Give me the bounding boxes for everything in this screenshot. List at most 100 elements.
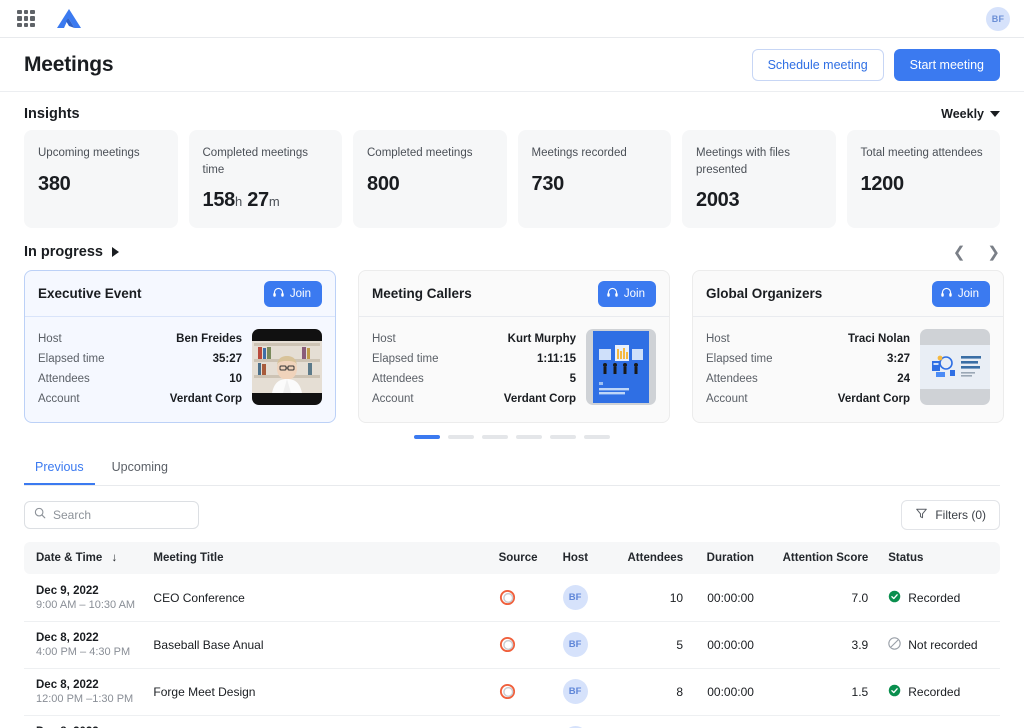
field-value: Verdant Corp — [503, 393, 576, 406]
start-meeting-button[interactable]: Start meeting — [893, 48, 1000, 81]
chevron-left-icon[interactable]: ❮ — [953, 245, 966, 260]
cell-host: BF — [557, 621, 612, 668]
carousel-dot-4[interactable] — [516, 435, 542, 440]
cell-attention-score: 3.9 — [851, 637, 869, 652]
kpi-number: 158 — [202, 189, 236, 212]
tab-upcoming[interactable]: Upcoming — [101, 453, 179, 485]
cell-attendees: 5 — [676, 637, 684, 652]
field-label: Account — [372, 393, 414, 406]
carousel-dot-2[interactable] — [448, 435, 474, 440]
field-value: 35:27 — [212, 353, 242, 366]
row-time: 12:00 PM –1:30 PM — [36, 692, 134, 705]
cell-attention-score: 1.5 — [851, 684, 869, 699]
field-value: Traci Nolan — [848, 333, 910, 346]
field-host: Host Traci Nolan — [706, 329, 910, 349]
field-value: Kurt Murphy — [507, 333, 576, 346]
meeting-thumbnail-slide-light[interactable] — [920, 329, 990, 406]
field-label: Host — [706, 333, 730, 346]
field-attendees: Attendees 24 — [706, 369, 910, 389]
kpi-number: 380 — [38, 172, 71, 195]
field-label: Account — [706, 393, 748, 406]
chevron-right-icon[interactable]: ❯ — [987, 245, 1000, 260]
kpi-number: 730 — [531, 172, 565, 195]
tab-previous[interactable]: Previous — [24, 453, 95, 486]
kpi-card-completed-meetings[interactable]: Completed meetings 800 — [353, 130, 507, 229]
carousel-dot-3[interactable] — [482, 435, 508, 440]
table-row[interactable]: Dec 9, 2022 9:00 AM – 10:30 AM CEO Confe… — [24, 574, 1000, 622]
filters-label: Filters (0) — [935, 508, 986, 523]
column-status[interactable]: Status — [874, 542, 1000, 574]
kpi-card-meetings-recorded[interactable]: Meetings recorded 730 — [517, 130, 671, 229]
join-button[interactable]: Join — [263, 280, 322, 307]
cell-attendees: 11 — [611, 715, 689, 728]
brand-logo-icon[interactable] — [55, 7, 83, 31]
user-avatar[interactable]: BF — [986, 7, 1010, 31]
triangle-right-icon[interactable] — [111, 247, 119, 258]
kpi-label: Meetings recorded — [531, 147, 627, 159]
join-button[interactable]: Join — [931, 280, 990, 307]
column-date-time[interactable]: Date & Time ↓ — [24, 542, 147, 574]
kpi-card-upcoming-meetings[interactable]: Upcoming meetings 380 — [24, 130, 178, 229]
field-label: Elapsed time — [372, 353, 439, 366]
cell-attendees: 10 — [669, 590, 684, 605]
chevron-down-icon — [990, 111, 1000, 117]
cell-meeting-title[interactable]: Conference Construction — [147, 715, 492, 728]
meeting-thumbnail-webcam[interactable] — [252, 329, 322, 406]
in-progress-carousel: Executive Event Join Host Ben Freides El… — [0, 270, 1024, 424]
table-row[interactable]: Dec 8, 2022 12:00 PM –1:30 PM Forge Meet… — [24, 668, 1000, 716]
table-row[interactable]: Dec 8, 2022 10:00 AM – 10:30 AM Conferen… — [24, 715, 1000, 728]
schedule-meeting-button[interactable]: Schedule meeting — [751, 48, 884, 81]
carousel-dots — [0, 423, 1024, 449]
avatar: BF — [562, 679, 588, 705]
search-input[interactable] — [53, 508, 189, 523]
cell-meeting-title[interactable]: Forge Meet Design — [147, 668, 492, 715]
row-date: Dec 8, 2022 — [36, 631, 99, 644]
cell-meeting-title[interactable]: CEO Conference — [147, 574, 492, 621]
table-row[interactable]: Dec 8, 2022 4:00 PM – 4:30 PM Baseball B… — [24, 621, 1000, 669]
carousel-dot-5[interactable] — [550, 435, 576, 440]
cell-date-time: Dec 8, 2022 12:00 PM –1:30 PM — [24, 668, 147, 715]
column-attention-score[interactable]: Attention Score — [760, 542, 874, 574]
meeting-card-meeting-callers[interactable]: Meeting Callers Join Host Kurt Murphy El… — [358, 270, 670, 424]
source-ring-icon — [499, 636, 551, 653]
column-attendees[interactable]: Attendees — [611, 542, 689, 574]
join-button[interactable]: Join — [597, 280, 656, 307]
cell-meeting-title[interactable]: Baseball Base Anual — [147, 621, 492, 668]
cell-duration: 00:00:00 — [707, 590, 754, 605]
search-icon — [34, 506, 46, 524]
field-elapsed-time: Elapsed time 3:27 — [706, 349, 910, 369]
carousel-nav: ❮ ❯ — [953, 245, 1000, 260]
cell-status: Recorded — [874, 715, 1000, 728]
field-elapsed-time: Elapsed time 1:11:15 — [372, 349, 576, 369]
column-duration[interactable]: Duration — [689, 542, 760, 574]
meeting-thumbnail-slide-blue[interactable] — [586, 329, 656, 406]
avatar: BF — [562, 632, 588, 658]
filters-button[interactable]: Filters (0) — [901, 500, 1000, 531]
field-value: 5 — [569, 373, 576, 386]
period-selector[interactable]: Weekly — [941, 107, 1000, 121]
search-box[interactable] — [24, 501, 199, 530]
kpi-card-completed-meetings-time[interactable]: Completed meetings time 158h 27m — [188, 130, 342, 229]
status-badge: Not recorded — [888, 637, 994, 653]
carousel-dot-1[interactable] — [414, 435, 440, 440]
cell-duration: 00:00:00 — [689, 715, 760, 728]
column-host[interactable]: Host — [557, 542, 612, 574]
kpi-label: Completed meetings — [367, 147, 473, 159]
app-bar: BF — [0, 0, 1024, 38]
row-time: 9:00 AM – 10:30 AM — [36, 598, 136, 611]
status-label: Recorded — [908, 684, 961, 699]
kpi-card-meetings-with-files-presented[interactable]: Meetings with files presented 2003 — [682, 130, 836, 229]
column-source[interactable]: Source — [493, 542, 557, 574]
check-circle-icon — [888, 590, 901, 606]
kpi-card-total-meeting-attendees[interactable]: Total meeting attendees 1200 — [846, 130, 1000, 229]
column-meeting-title[interactable]: Meeting Title — [147, 542, 492, 574]
meeting-card-global-organizers[interactable]: Global Organizers Join Host Traci Nolan … — [692, 270, 1004, 424]
field-value: 3:27 — [886, 353, 910, 366]
field-label: Host — [38, 333, 62, 346]
apps-grid-icon[interactable] — [17, 9, 35, 28]
join-label: Join — [623, 287, 645, 300]
carousel-dot-6[interactable] — [584, 435, 610, 440]
meeting-card-executive-event[interactable]: Executive Event Join Host Ben Freides El… — [24, 270, 336, 424]
cell-host: BF — [557, 574, 612, 621]
kpi-value: 158h 27m — [203, 189, 329, 212]
